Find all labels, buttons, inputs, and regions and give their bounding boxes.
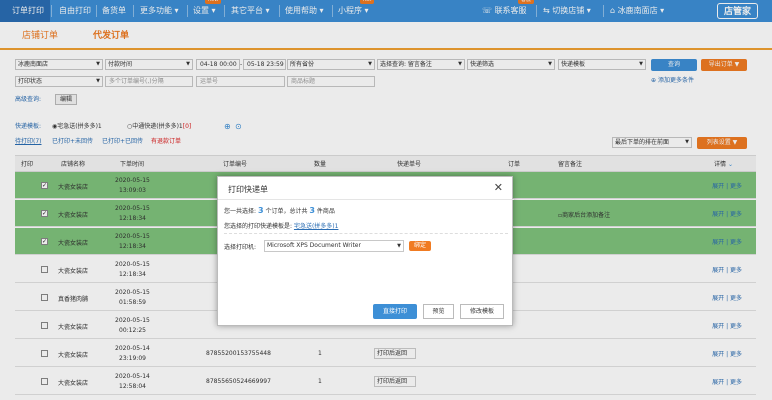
summary-text-1: 您一共选择:: [224, 208, 257, 215]
template-summary-label: 您选择的打印快递模板是:: [224, 223, 293, 230]
chevron-down-icon: ▼: [397, 243, 401, 249]
direct-print-button[interactable]: 直接打印: [373, 304, 417, 319]
printer-label: 选择打印机:: [224, 244, 257, 251]
item-count: 3: [309, 206, 315, 215]
template-summary: 您选择的打印快递模板是: 宅急送(拼多多)1: [224, 221, 338, 230]
selection-summary: 您一共选择: 3 个订单，总计共 3 件商品: [224, 206, 335, 215]
edit-template-button[interactable]: 修改模板: [460, 304, 504, 319]
close-icon[interactable]: ✕: [494, 181, 503, 194]
order-count: 3: [257, 206, 264, 215]
summary-text-3: 件商品: [316, 208, 335, 215]
printer-select[interactable]: Microsoft XPS Document Writer ▼: [264, 240, 404, 252]
printer-value: Microsoft XPS Document Writer: [267, 242, 361, 249]
preview-button[interactable]: 预览: [423, 304, 454, 319]
dialog-divider: [218, 199, 514, 200]
summary-text-2: 个订单，总计共: [265, 208, 308, 215]
dialog-dashed-divider: [224, 233, 508, 234]
print-express-dialog: 打印快递单 ✕ 您一共选择: 3 个订单，总计共 3 件商品 您选择的打印快递模…: [217, 176, 514, 326]
bind-printer-button[interactable]: 绑定: [409, 241, 431, 251]
selected-template-link[interactable]: 宅急送(拼多多)1: [294, 223, 339, 230]
dialog-title: 打印快递单: [228, 185, 268, 194]
